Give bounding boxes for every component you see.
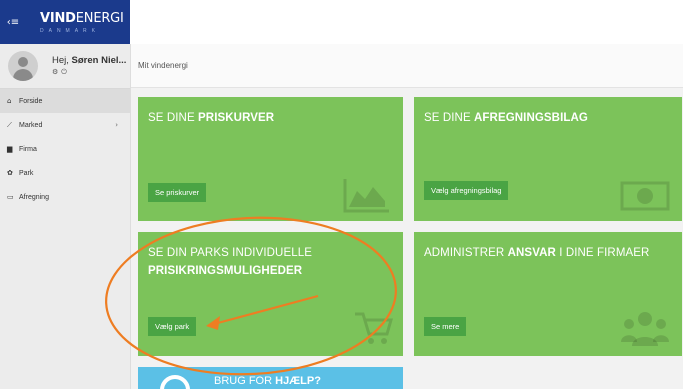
banknote-icon — [620, 181, 670, 211]
sidebar-item-label: Marked — [19, 121, 43, 129]
sidebar-item-marked[interactable]: ⟋ Marked › — [0, 113, 130, 137]
tile-ansvar: ADMINISTRER ANSVAR I DINE FIRMAER Se mer… — [414, 232, 682, 356]
sidebar-item-park[interactable]: ✿ Park — [0, 161, 130, 185]
sidebar-item-firma[interactable]: ▆ Firma — [0, 137, 130, 161]
help-icon — [160, 375, 190, 389]
logo-subtitle: DANMARK — [40, 27, 101, 34]
wind-park-icon: ✿ — [7, 169, 13, 177]
home-icon: ⌂ — [7, 97, 12, 105]
user-greeting: Hej, Søren Niel... — [52, 55, 127, 66]
avatar[interactable] — [8, 51, 38, 81]
area-chart-icon — [343, 179, 389, 213]
se-priskurver-button[interactable]: Se priskurver — [148, 183, 207, 202]
users-icon — [621, 312, 669, 346]
logo-block: ‹≡ VINDENERGI DANMARK — [0, 0, 130, 44]
user-actions: ⚙⏻ — [52, 68, 126, 77]
breadcrumb: Mit vindenergi — [131, 44, 683, 88]
invoice-icon: ▭ — [7, 193, 14, 201]
user-info: Hej, Søren Niel... ⚙⏻ — [52, 55, 126, 77]
shopping-cart-icon — [355, 312, 393, 344]
se-mere-button[interactable]: Se mere — [424, 317, 467, 336]
tile-priskurver: SE DINE PRISKURVER Se priskurver — [138, 97, 403, 221]
tile-title: SE DIN PARKS INDIVIDUELLE PRISIKRINGSMULI… — [148, 247, 312, 277]
logo-wordmark: VINDENERGI — [40, 10, 124, 26]
logo[interactable]: VINDENERGI DANMARK — [40, 11, 124, 34]
tile-title: SE DINE AFREGNINGSBILAG — [424, 112, 588, 124]
building-icon: ▆ — [7, 145, 13, 153]
sidebar-item-label: Forside — [19, 97, 43, 105]
top-header: ‹≡ VINDENERGI DANMARK — [0, 0, 683, 44]
vaelg-park-button[interactable]: Vælg park — [148, 317, 197, 336]
help-title: BRUG FOR HJÆLP? — [214, 375, 321, 387]
tile-prisikring: SE DIN PARKS INDIVIDUELLE PRISIKRINGSMULI… — [138, 232, 403, 356]
sidebar-item-forside[interactable]: ⌂ Forside — [0, 89, 130, 113]
tile-afregningsbilag: SE DINE AFREGNINGSBILAG Vælg afregningsb… — [414, 97, 682, 221]
tile-help[interactable]: BRUG FOR HJÆLP? — [138, 367, 403, 389]
sidebar-item-afregning[interactable]: ▭ Afregning — [0, 185, 130, 209]
line-chart-icon: ⟋ — [7, 120, 12, 129]
breadcrumb-current: Mit vindenergi — [138, 61, 188, 70]
sidebar: Hej, Søren Niel... ⚙⏻ ⌂ Forside ⟋ Marked… — [0, 44, 131, 389]
tile-title: SE DINE PRISKURVER — [148, 112, 275, 124]
user-panel: Hej, Søren Niel... ⚙⏻ — [0, 44, 130, 89]
settings-icon[interactable]: ⚙ — [52, 68, 61, 76]
sidebar-item-label: Firma — [19, 145, 37, 153]
tile-title: ADMINISTRER ANSVAR I DINE FIRMAER — [424, 247, 650, 259]
vaelg-afregningsbilag-button[interactable]: Vælg afregningsbilag — [424, 181, 509, 200]
chevron-right-icon: › — [115, 121, 118, 129]
sidebar-item-label: Afregning — [19, 193, 49, 201]
sidebar-item-label: Park — [19, 169, 34, 177]
power-icon[interactable]: ⏻ — [61, 68, 70, 76]
user-name[interactable]: Søren Niel... — [72, 55, 127, 66]
menu-toggle-button[interactable]: ‹≡ — [0, 0, 26, 44]
